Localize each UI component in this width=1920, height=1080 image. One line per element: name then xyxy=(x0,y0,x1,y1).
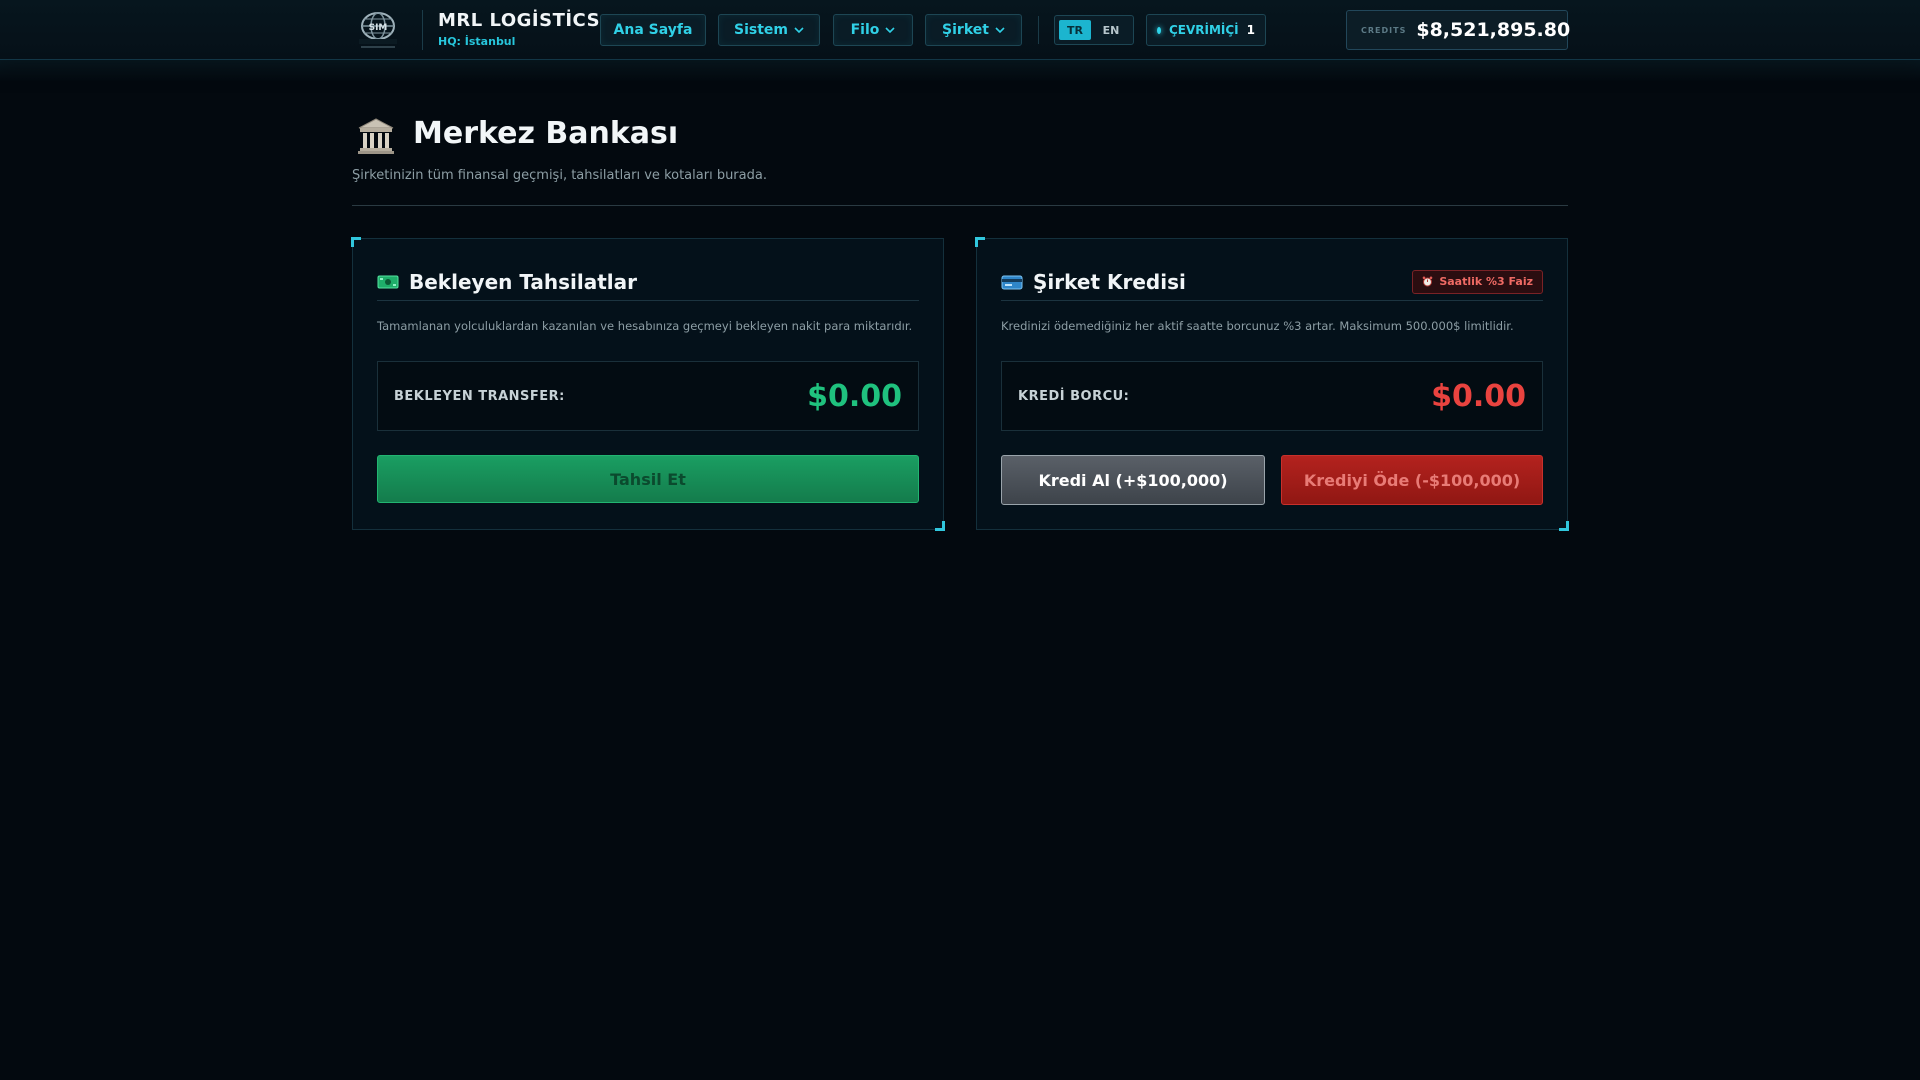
nav-fleet-label: Filo xyxy=(850,22,880,38)
globe-logo-icon: SIM xyxy=(359,12,397,48)
credit-description: Kredinizi ödemediğiniz her aktif saatte … xyxy=(1001,319,1514,333)
pending-transfer-box: BEKLEYEN TRANSFER: $0.00 xyxy=(377,361,919,431)
top-bar: SIM MRL LOGİSTİCS HQ: İstanbul Ana Sayfa… xyxy=(0,0,1920,60)
nav-system-dropdown[interactable]: Sistem xyxy=(718,14,820,46)
chevron-down-icon xyxy=(995,27,1005,34)
pending-description: Tamamlanan yolculuklardan kazanılan ve h… xyxy=(377,319,913,333)
card-corner-accent xyxy=(935,521,945,531)
headquarters-label: HQ: İstanbul xyxy=(438,35,516,48)
credit-debt-value: $0.00 xyxy=(1431,378,1526,414)
credit-card-header: Şirket Kredisi Saatlik %3 Faiz xyxy=(1001,263,1543,301)
pending-transfer-value: $0.00 xyxy=(807,378,902,414)
brand-divider xyxy=(422,10,423,50)
page-title: Merkez Bankası xyxy=(413,116,679,151)
nav-fleet-dropdown[interactable]: Filo xyxy=(833,14,913,46)
page-subtitle: Şirketinizin tüm finansal geçmişi, tahsi… xyxy=(352,168,767,183)
pending-card-header: Bekleyen Tahsilatlar xyxy=(377,263,919,301)
lang-tr-button[interactable]: TR xyxy=(1059,20,1091,40)
lang-en-button[interactable]: EN xyxy=(1095,20,1127,40)
online-dot-icon xyxy=(1157,26,1161,34)
chevron-down-icon xyxy=(794,27,804,34)
interest-badge: Saatlik %3 Faiz xyxy=(1412,269,1543,294)
bank-icon xyxy=(356,116,396,156)
credits-value: $8,521,895.80 xyxy=(1416,19,1571,41)
company-logo[interactable]: SIM xyxy=(354,10,402,50)
svg-text:SIM: SIM xyxy=(369,23,388,33)
pending-card-title: Bekleyen Tahsilatlar xyxy=(409,269,638,294)
online-count: 1 xyxy=(1246,23,1255,37)
alarm-icon xyxy=(1423,276,1433,287)
pending-transfer-label: BEKLEYEN TRANSFER: xyxy=(394,388,565,404)
chevron-down-icon xyxy=(885,27,895,34)
credits-label: CREDITS xyxy=(1361,25,1407,35)
topbar-shadow xyxy=(0,60,1920,82)
brand: MRL LOGİSTİCS HQ: İstanbul xyxy=(438,10,600,48)
credit-debt-box: KREDİ BORCU: $0.00 xyxy=(1001,361,1543,431)
credit-card-icon xyxy=(1001,275,1023,289)
repay-loan-button[interactable]: Krediyi Öde (-$100,000) xyxy=(1281,455,1543,505)
nav-home-button[interactable]: Ana Sayfa xyxy=(600,14,706,46)
interest-badge-label: Saatlik %3 Faiz xyxy=(1439,275,1533,288)
credit-debt-label: KREDİ BORCU: xyxy=(1018,388,1130,404)
take-loan-button[interactable]: Kredi Al (+$100,000) xyxy=(1001,455,1265,505)
nav-system-label: Sistem xyxy=(734,22,788,38)
header-divider xyxy=(352,205,1568,206)
nav-home-label: Ana Sayfa xyxy=(613,22,693,38)
online-label: ÇEVRİMİÇİ xyxy=(1168,23,1239,37)
company-credit-card: Şirket Kredisi Saatlik %3 Faiz Kredinizi… xyxy=(975,237,1569,531)
brand-name: MRL LOGİSTİCS xyxy=(438,10,601,31)
pending-collections-card: Bekleyen Tahsilatlar Tamamlanan yolculuk… xyxy=(351,237,945,531)
card-corner-accent xyxy=(351,237,361,247)
credits-balance: CREDITS $8,521,895.80 xyxy=(1346,10,1571,50)
cash-icon xyxy=(377,275,399,288)
card-corner-accent xyxy=(975,237,985,247)
online-status: ÇEVRİMİÇİ 1 xyxy=(1146,14,1266,46)
card-corner-accent xyxy=(1559,521,1569,531)
language-switcher: TR EN xyxy=(1054,15,1134,45)
collect-button[interactable]: Tahsil Et xyxy=(377,455,919,503)
credit-card-title: Şirket Kredisi xyxy=(1033,269,1186,294)
nav-company-dropdown[interactable]: Şirket xyxy=(925,14,1022,46)
nav-separator xyxy=(1038,16,1039,44)
nav-company-label: Şirket xyxy=(942,22,989,38)
